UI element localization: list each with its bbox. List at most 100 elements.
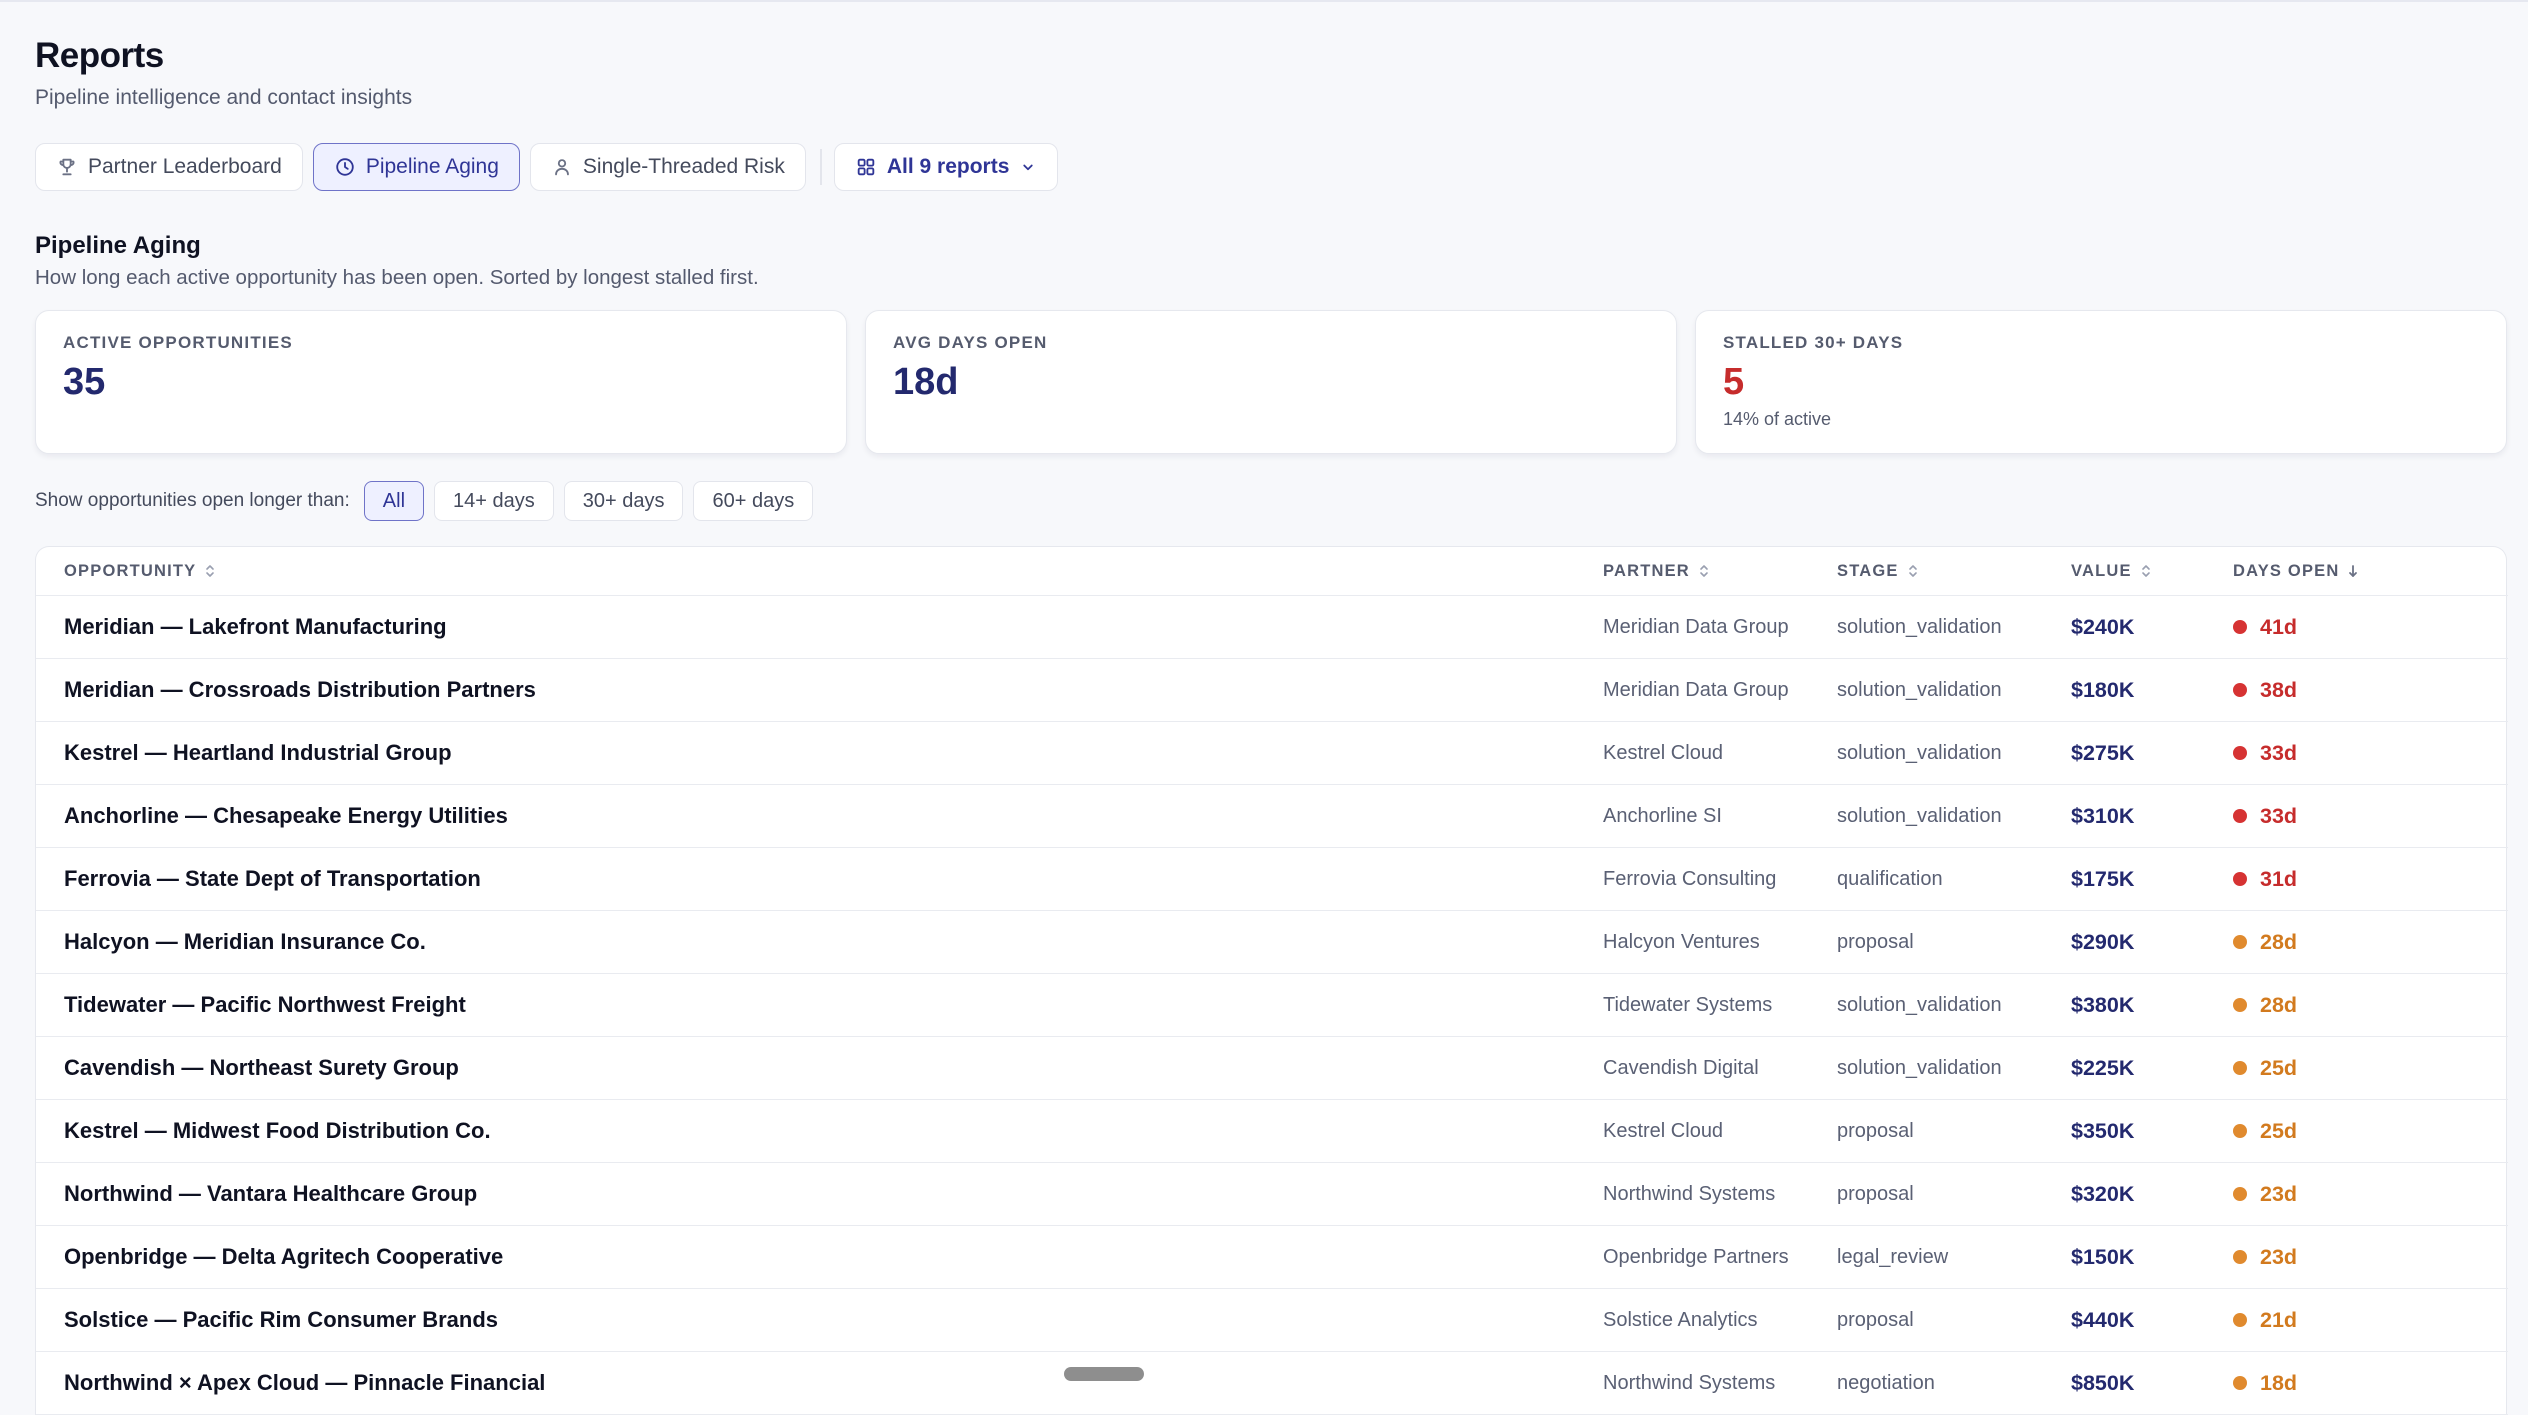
days-open: 41d <box>2233 615 2297 640</box>
status-dot-icon <box>2233 935 2247 949</box>
tab-divider <box>819 149 822 185</box>
table-row[interactable]: Anchorline — Chesapeake Energy Utilities… <box>36 784 2508 848</box>
column-header-partner[interactable]: PARTNER <box>1603 547 1837 596</box>
days-open-value: 28d <box>2260 992 2298 1017</box>
tab-pipeline-aging[interactable]: Pipeline Aging <box>312 143 520 191</box>
opportunity-name[interactable]: Meridian — Crossroads Distribution Partn… <box>64 677 536 702</box>
tab-single-threaded-risk[interactable]: Single-Threaded Risk <box>529 143 806 191</box>
days-open: 23d <box>2233 1182 2297 1207</box>
opportunity-name[interactable]: Tidewater — Pacific Northwest Freight <box>64 992 466 1017</box>
horizontal-scrollbar-thumb[interactable] <box>1064 1367 1144 1381</box>
opportunity-name[interactable]: Anchorline — Chesapeake Energy Utilities <box>64 803 508 828</box>
opportunity-name[interactable]: Meridian — Lakefront Manufacturing <box>64 614 447 639</box>
column-header-days-open[interactable]: DAYS OPEN <box>2233 547 2508 596</box>
pipeline-aging-table: OPPORTUNITY PARTNER STAGE VALUE DAYS OPE… <box>35 546 2508 1415</box>
page-title: Reports <box>35 36 164 75</box>
table-row[interactable]: Meridian — Lakefront Manufacturing Meridi… <box>36 595 2508 659</box>
card-label: ACTIVE OPPORTUNITIES <box>63 333 293 352</box>
card-label: AVG DAYS OPEN <box>893 333 1048 352</box>
filter-chip-30-days[interactable]: 30+ days <box>563 481 684 521</box>
opportunity-name[interactable]: Halcyon — Meridian Insurance Co. <box>64 929 426 954</box>
opportunity-name[interactable]: Northwind — Vantara Healthcare Group <box>64 1181 477 1206</box>
opportunity-name[interactable]: Northwind × Apex Cloud — Pinnacle Financ… <box>64 1370 545 1395</box>
card-value: 18d <box>893 361 959 403</box>
stage-label: solution_validation <box>1837 804 2002 827</box>
table-row[interactable]: Solstice — Pacific Rim Consumer Brands So… <box>36 1288 2508 1352</box>
table-row[interactable]: Halcyon — Meridian Insurance Co. Halcyon … <box>36 910 2508 974</box>
card-label: STALLED 30+ DAYS <box>1723 333 1904 352</box>
stage-label: solution_validation <box>1837 678 2002 701</box>
stage-label: qualification <box>1837 867 1943 890</box>
card-value: 35 <box>63 361 106 403</box>
table-row[interactable]: Northwind × Apex Cloud — Pinnacle Financ… <box>36 1351 2508 1415</box>
user-icon <box>551 156 573 178</box>
days-open-value: 33d <box>2260 740 2298 765</box>
tab-partner-leaderboard[interactable]: Partner Leaderboard <box>35 143 303 191</box>
sort-icon <box>1907 564 1919 578</box>
days-open: 31d <box>2233 867 2297 892</box>
opportunity-name[interactable]: Solstice — Pacific Rim Consumer Brands <box>64 1307 498 1332</box>
column-label: VALUE <box>2071 561 2132 580</box>
opportunity-value: $290K <box>2071 929 2135 954</box>
opportunity-name[interactable]: Cavendish — Northeast Surety Group <box>64 1055 459 1080</box>
clock-icon <box>334 156 356 178</box>
table-row[interactable]: Meridian — Crossroads Distribution Partn… <box>36 658 2508 722</box>
table-row[interactable]: Openbridge — Delta Agritech Cooperative O… <box>36 1225 2508 1289</box>
table-row[interactable]: Ferrovia — State Dept of Transportation F… <box>36 847 2508 911</box>
opportunity-name[interactable]: Kestrel — Midwest Food Distribution Co. <box>64 1118 491 1143</box>
days-open-value: 33d <box>2260 803 2298 828</box>
column-label: DAYS OPEN <box>2233 561 2340 580</box>
status-dot-icon <box>2233 746 2247 760</box>
partner-name: Northwind Systems <box>1603 1182 1776 1205</box>
days-open: 28d <box>2233 993 2297 1018</box>
days-open: 33d <box>2233 741 2297 766</box>
partner-name: Cavendish Digital <box>1603 1056 1759 1079</box>
sort-icon <box>204 564 216 578</box>
opportunity-value: $320K <box>2071 1181 2135 1206</box>
stage-label: negotiation <box>1837 1371 1935 1394</box>
column-label: OPPORTUNITY <box>64 561 197 580</box>
days-open: 23d <box>2233 1245 2297 1270</box>
opportunity-value: $350K <box>2071 1118 2135 1143</box>
opportunity-value: $180K <box>2071 677 2135 702</box>
table-row[interactable]: Cavendish — Northeast Surety Group Cavend… <box>36 1036 2508 1100</box>
report-tabs: Partner Leaderboard Pipeline Aging Singl… <box>35 142 2507 192</box>
sort-desc-icon <box>2347 564 2359 578</box>
status-dot-icon <box>2233 809 2247 823</box>
stage-label: proposal <box>1837 930 1914 953</box>
status-dot-icon <box>2233 1313 2247 1327</box>
days-open-value: 21d <box>2260 1307 2298 1332</box>
table-row[interactable]: Kestrel — Heartland Industrial Group Kest… <box>36 721 2508 785</box>
filter-chip-60-days[interactable]: 60+ days <box>693 481 814 521</box>
opportunity-value: $150K <box>2071 1244 2135 1269</box>
filter-chip-14-days[interactable]: 14+ days <box>434 481 554 521</box>
column-header-value[interactable]: VALUE <box>2071 547 2233 596</box>
filter-chip-all[interactable]: All <box>363 481 425 521</box>
sort-icon <box>1698 564 1710 578</box>
table-row[interactable]: Kestrel — Midwest Food Distribution Co. K… <box>36 1099 2508 1163</box>
card-subtext: 14% of active <box>1723 409 1832 429</box>
stage-label: solution_validation <box>1837 1056 2002 1079</box>
opportunity-value: $275K <box>2071 740 2135 765</box>
table-row[interactable]: Tidewater — Pacific Northwest Freight Tid… <box>36 973 2508 1037</box>
stage-label: legal_review <box>1837 1245 1949 1268</box>
column-header-opportunity[interactable]: OPPORTUNITY <box>36 547 1603 596</box>
status-dot-icon <box>2233 1376 2247 1390</box>
table-header-row: OPPORTUNITY PARTNER STAGE VALUE DAYS OPE… <box>36 547 2508 596</box>
opportunity-name[interactable]: Ferrovia — State Dept of Transportation <box>64 866 481 891</box>
status-dot-icon <box>2233 683 2247 697</box>
opportunity-value: $175K <box>2071 866 2135 891</box>
opportunity-name[interactable]: Openbridge — Delta Agritech Cooperative <box>64 1244 503 1269</box>
partner-name: Kestrel Cloud <box>1603 741 1724 764</box>
opportunity-name[interactable]: Kestrel — Heartland Industrial Group <box>64 740 452 765</box>
days-open: 33d <box>2233 804 2297 829</box>
all-reports-dropdown[interactable]: All 9 reports <box>833 143 1059 191</box>
partner-name: Tidewater Systems <box>1603 993 1773 1016</box>
column-header-stage[interactable]: STAGE <box>1837 547 2071 596</box>
stage-label: proposal <box>1837 1119 1914 1142</box>
table-row[interactable]: Northwind — Vantara Healthcare Group Nort… <box>36 1162 2508 1226</box>
tab-label: Single-Threaded Risk <box>582 155 785 178</box>
days-open-value: 41d <box>2260 614 2298 639</box>
card-value: 5 <box>1723 361 1745 403</box>
days-open-value: 23d <box>2260 1181 2298 1206</box>
